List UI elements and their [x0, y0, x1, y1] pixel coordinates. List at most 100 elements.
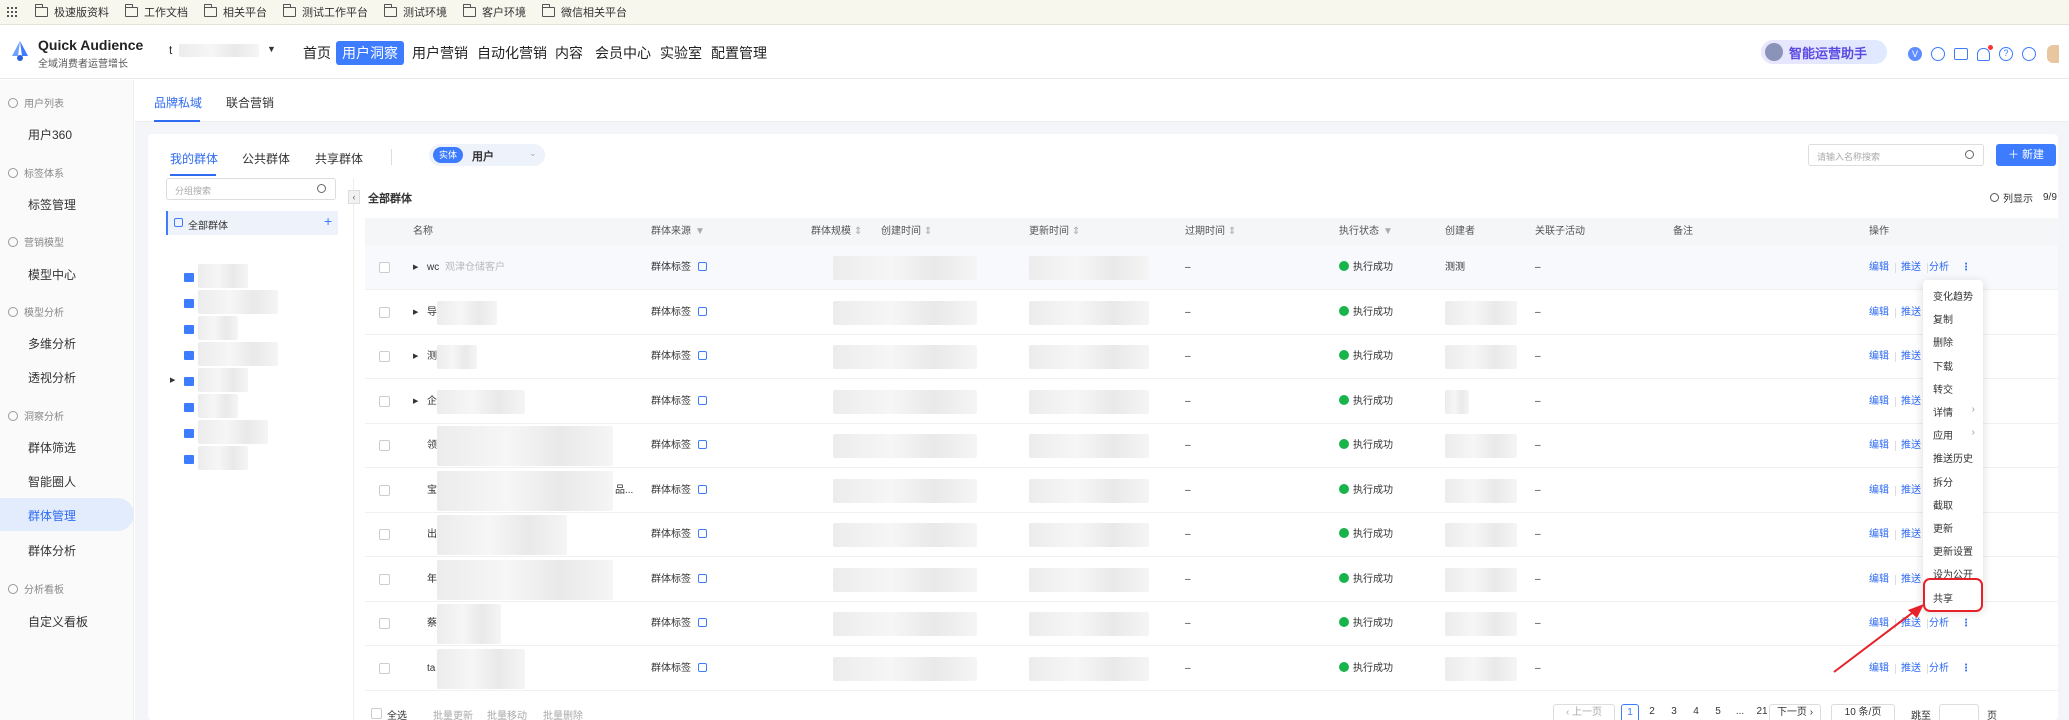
entity-select[interactable]: 实体 用户 ⌄ [429, 144, 545, 166]
row-action-edit[interactable]: 编辑 [1869, 469, 1889, 513]
top-nav-item[interactable]: 用户营销 [406, 41, 474, 65]
tree-item[interactable] [172, 264, 332, 288]
tab-shared-groups[interactable]: 共享群体 [315, 150, 363, 167]
menu-item[interactable]: 复制 [1933, 311, 1953, 326]
group-name-prefix[interactable]: 企 [427, 380, 437, 424]
briefcase-icon[interactable] [1954, 48, 1968, 60]
tree-item[interactable] [172, 394, 332, 418]
page-number[interactable]: 2 [1643, 704, 1661, 720]
menu-item[interactable]: 变化趋势 [1933, 288, 1973, 303]
tree-item[interactable] [172, 446, 332, 470]
bookmark-item[interactable]: 测试环境 [383, 4, 447, 20]
row-checkbox[interactable] [379, 306, 390, 318]
tree-item[interactable] [172, 316, 332, 340]
bookmark-item[interactable]: 工作文档 [124, 4, 188, 20]
column-header[interactable]: 群体来源 ▼ [651, 218, 705, 246]
page-number[interactable]: ... [1731, 704, 1749, 720]
top-nav-item[interactable]: 用户洞察 [336, 41, 404, 65]
row-checkbox[interactable] [379, 662, 390, 674]
table-row[interactable]: ▶ 导 群体标签 – 执行成功 – 编辑 推送 [365, 291, 2058, 335]
row-action-push[interactable]: 推送 [1901, 558, 1921, 602]
share-link-icon[interactable] [698, 306, 707, 316]
bookmark-item[interactable]: 极速版资料 [34, 4, 109, 20]
tree-search-input[interactable]: 分组搜索 [166, 178, 336, 200]
row-action-analyze[interactable]: 分析 [1929, 647, 1949, 691]
group-name-prefix[interactable]: ta [427, 647, 435, 691]
row-action-push[interactable]: 推送 [1901, 424, 1921, 468]
menu-item[interactable]: 推送历史 [1933, 450, 1973, 465]
table-row[interactable]: ▶ 企 群体标签 – 执行成功 – 编辑 推送 [365, 380, 2058, 424]
jump-input[interactable] [1939, 704, 1979, 720]
column-header[interactable]: 执行状态 ▼ [1339, 218, 1393, 246]
tree-item[interactable] [172, 290, 332, 314]
group-name-prefix[interactable]: wc [427, 246, 439, 290]
row-checkbox[interactable] [379, 440, 390, 451]
app-logo-icon[interactable] [9, 40, 31, 62]
tree-add-button[interactable]: + [324, 213, 332, 229]
page-number[interactable]: 3 [1665, 704, 1683, 720]
column-header[interactable]: 更新时间 ⇕ [1029, 218, 1080, 246]
batch-move-button[interactable]: 批量移动 [487, 707, 527, 720]
menu-item[interactable]: 转交 [1933, 381, 1953, 396]
help-center-icon[interactable] [1931, 47, 1945, 61]
table-row[interactable]: 年 群体标签 – 执行成功 – 编辑 推送 [365, 558, 2058, 602]
table-row[interactable]: 出 群体标签 – 执行成功 – 编辑 推送 [365, 513, 2058, 557]
share-link-icon[interactable] [698, 618, 707, 627]
bookmark-item[interactable]: 相关平台 [203, 4, 267, 20]
expand-caret-icon[interactable]: ▶ [413, 352, 418, 360]
v-icon[interactable]: V [1908, 47, 1922, 61]
group-name-prefix[interactable]: 测 [427, 335, 437, 379]
row-action-push[interactable]: 推送 [1901, 513, 1921, 557]
tree-item[interactable]: ▶ [170, 368, 332, 392]
new-button[interactable]: ＋ 新建 [1996, 144, 2056, 166]
prev-page-button[interactable]: ‹ 上一页 [1553, 704, 1615, 720]
tab-brand-private[interactable]: 品牌私域 [154, 94, 202, 111]
apps-grid-icon[interactable] [7, 7, 17, 17]
share-link-icon[interactable] [698, 529, 707, 538]
tab-joint-marketing[interactable]: 联合营销 [226, 94, 274, 111]
share-link-icon[interactable] [698, 351, 707, 360]
more-actions-button[interactable]: ⋮ [1961, 647, 1971, 691]
menu-item[interactable]: 详情 [1933, 404, 1953, 419]
batch-update-button[interactable]: 批量更新 [433, 707, 473, 720]
group-name-prefix[interactable]: 年 [427, 558, 437, 602]
share-link-icon[interactable] [698, 440, 707, 449]
table-row[interactable]: 宝 品... 群体标签 – 执行成功 – 编辑 推送 [365, 469, 2058, 513]
search-input[interactable]: 请输入名称搜索 [1808, 144, 1984, 166]
page-size-select[interactable]: 10 条/页 [1831, 704, 1895, 720]
group-name-prefix[interactable]: 宝 [427, 469, 437, 513]
menu-item[interactable]: 拆分 [1933, 474, 1953, 489]
row-action-edit[interactable]: 编辑 [1869, 424, 1889, 468]
row-action-edit[interactable]: 编辑 [1869, 558, 1889, 602]
row-action-push[interactable]: 推送 [1901, 291, 1921, 335]
share-link-icon[interactable] [698, 395, 707, 405]
row-action-push[interactable]: 推送 [1901, 469, 1921, 513]
share-link-icon[interactable] [698, 573, 707, 583]
table-row[interactable]: ▶ wc 观津仓储客户 群体标签 – 执行成功 测测 – 编辑 推送 分析 ⋮ [365, 246, 2058, 290]
row-action-edit[interactable]: 编辑 [1869, 246, 1889, 290]
user-avatar[interactable] [2047, 45, 2059, 63]
tree-item[interactable] [172, 420, 332, 444]
sidebar-item[interactable]: 用户360 [28, 126, 72, 143]
row-action-edit[interactable]: 编辑 [1869, 513, 1889, 557]
table-row[interactable]: 领 群体标签 – 执行成功 – 编辑 推送 [365, 424, 2058, 468]
sidebar-item[interactable]: 自定义看板 [28, 613, 88, 630]
sidebar-item[interactable]: 群体分析 [28, 542, 76, 559]
row-action-edit[interactable]: 编辑 [1869, 335, 1889, 379]
table-row[interactable]: ta 群体标签 – 执行成功 – 编辑 推送 分析 ⋮ [365, 647, 2058, 691]
top-nav-item[interactable]: 自动化营销 [471, 41, 553, 65]
row-checkbox[interactable] [379, 351, 390, 362]
menu-item[interactable]: 下载 [1933, 358, 1953, 373]
row-checkbox[interactable] [379, 262, 390, 273]
bookmark-item[interactable]: 测试工作平台 [282, 4, 368, 20]
tree-root-item[interactable]: 全部群体 + [166, 211, 338, 235]
table-row[interactable]: ▶ 测 群体标签 – 执行成功 – 编辑 推送 [365, 335, 2058, 379]
tab-public-groups[interactable]: 公共群体 [242, 150, 290, 167]
sidebar-item[interactable]: 标签管理 [28, 196, 76, 213]
settings-icon[interactable] [2022, 47, 2036, 61]
top-nav-item[interactable]: 内容 [549, 41, 589, 65]
bookmark-item[interactable]: 微信相关平台 [541, 4, 627, 20]
share-link-icon[interactable] [698, 662, 707, 672]
column-display-toggle[interactable]: 列显示 9/9 [1990, 190, 2057, 205]
column-header[interactable]: 群体规模 ⇕ [811, 218, 862, 246]
